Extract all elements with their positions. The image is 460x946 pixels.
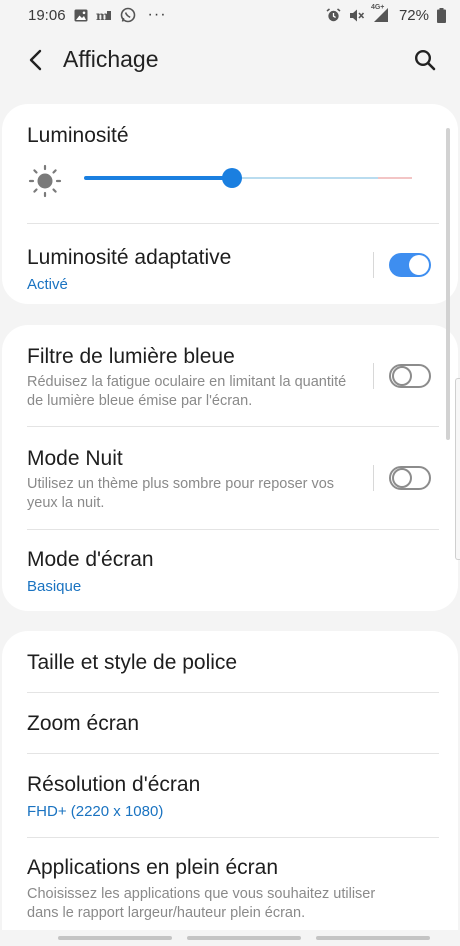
mute-icon <box>349 8 365 23</box>
toggle-separator <box>373 465 374 491</box>
slider-thumb[interactable] <box>222 168 242 188</box>
font-size-style-row[interactable]: Taille et style de police <box>2 631 458 692</box>
battery-percent: 72% <box>398 6 429 24</box>
network-type-label: 4G+ <box>370 4 385 11</box>
font-size-style-title: Taille et style de police <box>27 651 238 674</box>
app-bar: Affichage <box>0 32 460 88</box>
fullscreen-apps-row[interactable]: Applications en plein écran Choisissez l… <box>2 838 458 931</box>
screen-mode-row[interactable]: Mode d'écran Basique <box>2 530 458 611</box>
nav-recents-button[interactable] <box>58 936 172 940</box>
toggle-knob <box>392 366 412 386</box>
night-mode-row[interactable]: Mode Nuit Utilisez un thème plus sombre … <box>2 427 458 529</box>
status-bar: 19:06 m ··· 4G+ 72% <box>0 0 460 30</box>
battery-icon <box>437 7 446 23</box>
adaptive-brightness-title: Luminosité adaptative <box>27 246 232 269</box>
nav-home-button[interactable] <box>187 936 301 940</box>
slider-fill <box>84 176 232 180</box>
brightness-title: Luminosité <box>27 124 129 147</box>
page-title: Affichage <box>63 46 159 72</box>
slider-high-zone <box>378 177 412 179</box>
blue-light-filter-row[interactable]: Filtre de lumière bleue Réduisez la fati… <box>2 325 458 426</box>
signal-icon: 4G+ <box>370 4 391 23</box>
search-icon <box>414 49 436 71</box>
whatsapp-icon <box>120 7 136 23</box>
alarm-icon <box>326 7 341 23</box>
nav-back-button[interactable] <box>316 936 430 940</box>
blue-light-filter-toggle[interactable] <box>389 364 431 388</box>
fullscreen-apps-title: Applications en plein écran <box>27 856 278 879</box>
screen-mode-title: Mode d'écran <box>27 548 154 571</box>
filters-card: Filtre de lumière bleue Réduisez la fati… <box>2 325 458 611</box>
toggle-separator <box>373 363 374 389</box>
adaptive-brightness-toggle[interactable] <box>389 253 431 277</box>
back-button[interactable] <box>22 46 50 74</box>
screen-resolution-value: FHD+ (2220 x 1080) <box>27 803 164 820</box>
screen-resolution-title: Résolution d'écran <box>27 773 201 796</box>
screen-zoom-row[interactable]: Zoom écran <box>2 693 458 753</box>
toggle-separator <box>373 252 374 278</box>
search-button[interactable] <box>410 45 440 75</box>
slider-track <box>232 177 378 179</box>
blue-light-filter-title: Filtre de lumière bleue <box>27 345 235 368</box>
sun-icon <box>28 164 62 203</box>
image-icon <box>74 9 88 22</box>
scrollbar[interactable] <box>446 128 450 440</box>
screen-resolution-row[interactable]: Résolution d'écran FHD+ (2220 x 1080) <box>2 754 458 837</box>
back-arrow-icon <box>29 49 42 71</box>
night-mode-description: Utilisez un thème plus sombre pour repos… <box>27 476 335 511</box>
brightness-slider[interactable] <box>84 168 412 188</box>
status-time: 19:06 <box>28 6 66 24</box>
display-options-card: Taille et style de police Zoom écran Rés… <box>2 631 458 931</box>
toggle-knob <box>392 468 412 488</box>
night-mode-toggle[interactable] <box>389 466 431 490</box>
blue-light-filter-description: Réduisez la fatigue oculaire en limitant… <box>27 374 347 409</box>
adaptive-brightness-row[interactable]: Luminosité adaptative Activé <box>2 224 458 304</box>
navigation-bar <box>0 930 460 946</box>
more-notifications-icon: ··· <box>147 6 167 23</box>
fullscreen-apps-description: Choisissez les applications que vous sou… <box>27 886 376 921</box>
screen-zoom-title: Zoom écran <box>27 712 140 735</box>
edge-panel-handle[interactable] <box>455 378 460 560</box>
screen-mode-value: Basique <box>27 578 82 595</box>
m-app-icon: m <box>96 9 112 21</box>
brightness-card: Luminosité Luminosité adaptative Activé <box>2 104 458 304</box>
adaptive-brightness-status: Activé <box>27 276 68 293</box>
toggle-knob <box>409 255 429 275</box>
night-mode-title: Mode Nuit <box>27 447 123 470</box>
